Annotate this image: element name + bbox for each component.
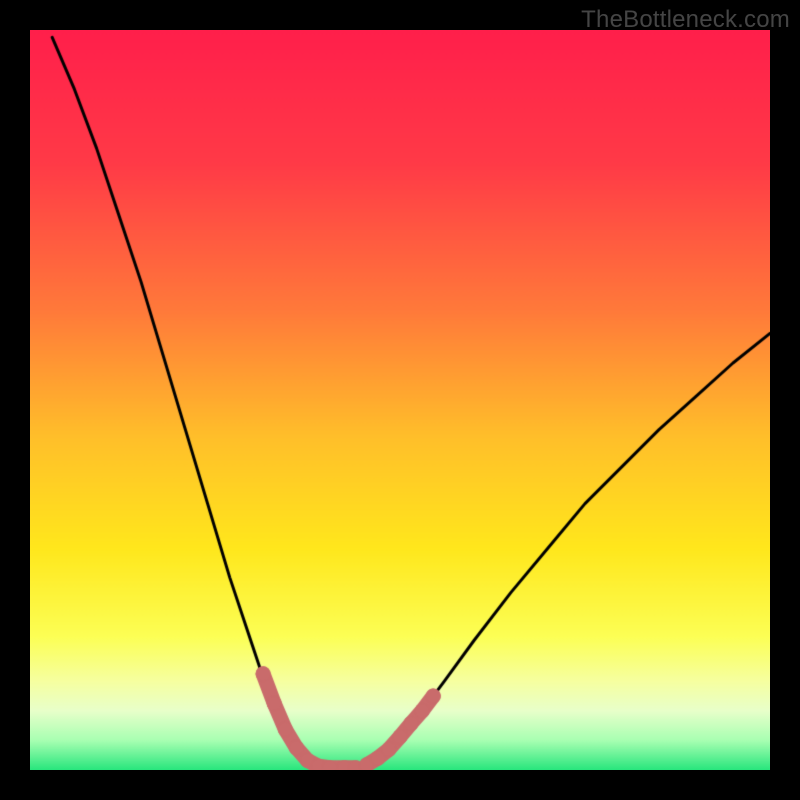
watermark-text: TheBottleneck.com <box>581 6 790 34</box>
chart-canvas <box>30 30 770 770</box>
chart-frame: TheBottleneck.com <box>0 0 800 800</box>
